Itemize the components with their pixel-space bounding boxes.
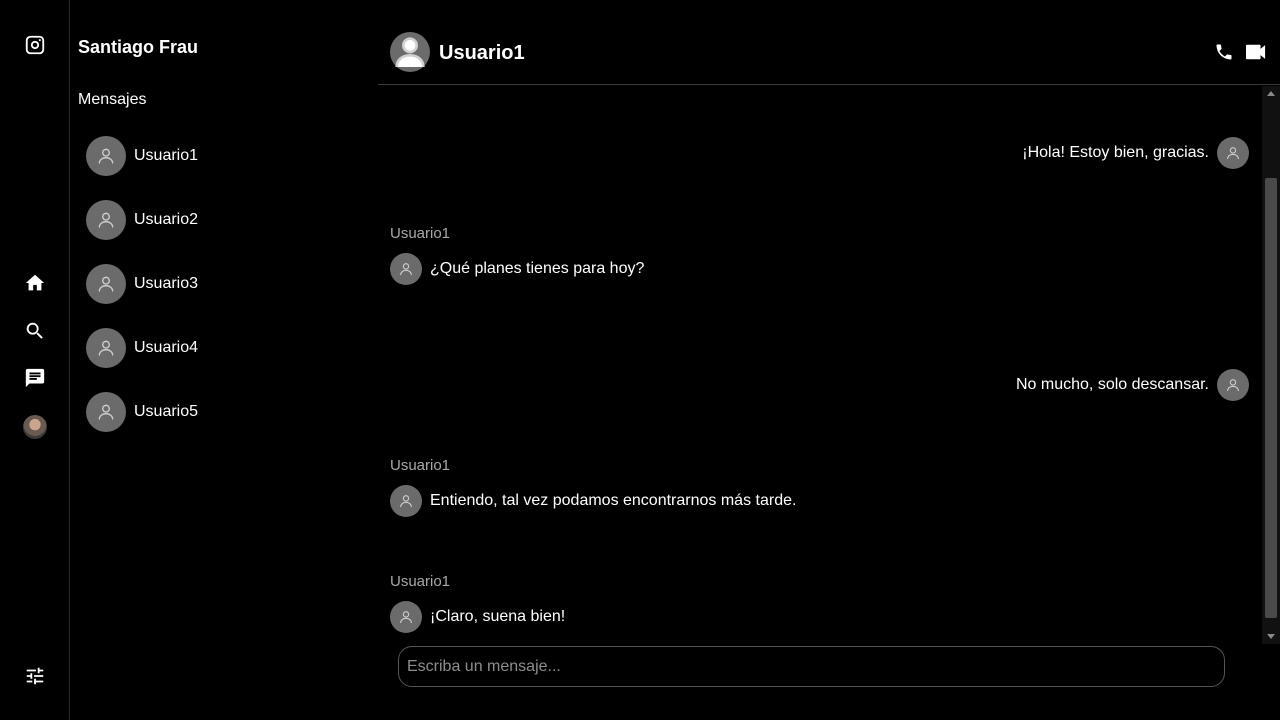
message-text: Entiendo, tal vez podamos encontrarnos m… — [430, 492, 797, 509]
message-composer — [398, 646, 1225, 687]
user-avatar-icon — [390, 601, 422, 633]
chat-title: Usuario1 — [439, 42, 525, 64]
messages-icon[interactable] — [23, 366, 47, 390]
instagram-icon[interactable] — [23, 33, 47, 57]
phone-icon[interactable] — [1214, 42, 1234, 62]
conversation-item[interactable]: Usuario5 — [86, 392, 366, 432]
message-list: ¡Hola! Estoy bien, gracias. Usuario1 ¿Qu… — [378, 86, 1262, 644]
conversation-name: Usuario5 — [134, 403, 199, 420]
user-avatar-icon — [1217, 369, 1249, 401]
left-rail — [0, 0, 70, 720]
user-avatar-icon — [390, 485, 422, 517]
message-incoming: ¡Claro, suena bien! — [390, 601, 565, 633]
message-text: ¡Claro, suena bien! — [430, 608, 566, 625]
user-avatar-icon — [1217, 137, 1249, 169]
conversation-name: Usuario4 — [134, 339, 199, 356]
conversation-item[interactable]: Usuario1 — [86, 136, 366, 176]
message-incoming: Entiendo, tal vez podamos encontrarnos m… — [390, 485, 796, 517]
message-text: No mucho, solo descansar. — [1016, 376, 1209, 393]
user-avatar-icon — [86, 392, 126, 432]
conversation-item[interactable]: Usuario3 — [86, 264, 366, 304]
message-incoming: ¿Qué planes tienes para hoy? — [390, 253, 644, 285]
message-outgoing: ¡Hola! Estoy bien, gracias. — [1022, 137, 1249, 169]
chat-header: Usuario1 — [378, 0, 1280, 85]
home-icon[interactable] — [23, 271, 47, 295]
conversation-name: Usuario1 — [134, 147, 199, 164]
message-input[interactable] — [399, 647, 1224, 686]
message-text: ¡Hola! Estoy bien, gracias. — [1022, 144, 1209, 161]
message-outgoing: No mucho, solo descansar. — [1016, 369, 1249, 401]
conversations-panel: Santiago Frau Mensajes Usuario1 Usuario2… — [70, 0, 378, 720]
scrollbar-thumb[interactable] — [1265, 178, 1277, 618]
message-sender: Usuario1 — [390, 573, 451, 590]
settings-sliders-icon[interactable] — [23, 664, 47, 688]
profile-avatar[interactable] — [23, 415, 47, 439]
search-icon[interactable] — [23, 319, 47, 343]
user-avatar-icon — [86, 328, 126, 368]
video-camera-icon[interactable] — [1245, 42, 1267, 62]
account-name: Santiago Frau — [78, 37, 199, 57]
user-avatar-icon — [86, 200, 126, 240]
scroll-down-arrow-icon[interactable] — [1267, 634, 1275, 639]
message-sender: Usuario1 — [390, 457, 451, 474]
scroll-up-arrow-icon[interactable] — [1267, 91, 1275, 96]
messaging-app: Santiago Frau Mensajes Usuario1 Usuario2… — [0, 0, 1280, 720]
chat-area: Usuario1 ¡Hola! Estoy bien, gracias. Usu… — [378, 0, 1280, 720]
message-text: ¿Qué planes tienes para hoy? — [430, 260, 645, 277]
user-avatar-icon — [86, 136, 126, 176]
user-avatar-icon — [86, 264, 126, 304]
user-avatar-icon — [390, 253, 422, 285]
messages-heading: Mensajes — [78, 91, 147, 108]
conversation-name: Usuario3 — [134, 275, 199, 292]
message-scrollbar[interactable] — [1262, 86, 1280, 644]
conversation-name: Usuario2 — [134, 211, 199, 228]
message-sender: Usuario1 — [390, 225, 451, 242]
conversation-item[interactable]: Usuario2 — [86, 200, 366, 240]
user-avatar-icon — [390, 32, 430, 72]
conversation-item[interactable]: Usuario4 — [86, 328, 366, 368]
